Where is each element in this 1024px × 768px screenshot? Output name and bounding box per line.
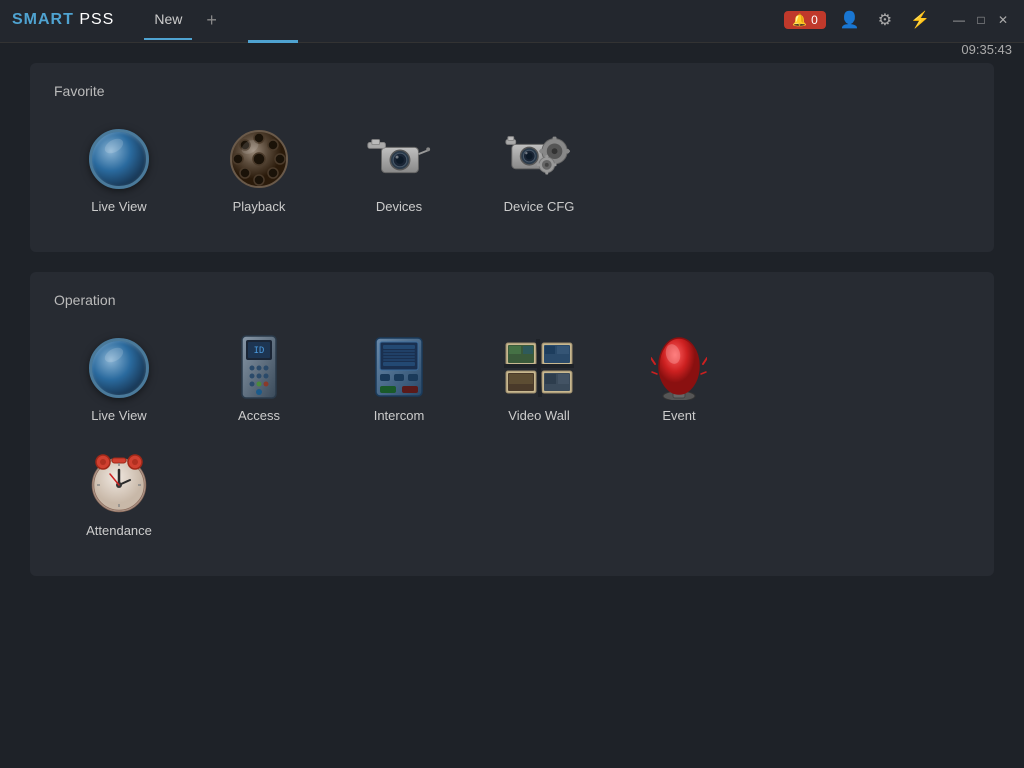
maximize-button[interactable]: □ — [972, 11, 990, 29]
alert-badge[interactable]: 🔔 0 — [784, 11, 826, 29]
access-icon: ID — [224, 338, 294, 398]
bell-icon: 🔔 — [792, 13, 807, 27]
info-icon[interactable]: ⚡ — [906, 8, 934, 32]
event-icon — [644, 338, 714, 398]
devices-label: Devices — [376, 199, 422, 214]
settings-icon[interactable]: ⚙ — [874, 8, 896, 32]
alert-count: 0 — [811, 13, 818, 27]
operation-event[interactable]: Event — [614, 328, 744, 433]
playback-label: Playback — [233, 199, 286, 214]
operation-intercom[interactable]: Intercom — [334, 328, 464, 433]
playback-icon — [224, 129, 294, 189]
clock-display: 09:35:43 — [961, 42, 1012, 57]
svg-text:ID: ID — [254, 346, 265, 356]
close-button[interactable]: ✕ — [994, 11, 1012, 29]
favorite-playback[interactable]: Playback — [194, 119, 324, 224]
favorite-device-cfg[interactable]: Device CFG — [474, 119, 604, 224]
video-wall-label: Video Wall — [508, 408, 569, 423]
favorite-section: Favorite Live View — [30, 63, 994, 252]
device-cfg-label: Device CFG — [504, 199, 575, 214]
operation-live-view[interactable]: Live View — [54, 328, 184, 433]
access-label: Access — [238, 408, 280, 423]
favorite-section-title: Favorite — [54, 83, 970, 99]
operation-section-title: Operation — [54, 292, 970, 308]
operation-grid-row2: Attendance — [54, 443, 970, 548]
operation-section: Operation Live View — [30, 272, 994, 576]
favorite-live-view[interactable]: Live View — [54, 119, 184, 224]
intercom-label: Intercom — [374, 408, 425, 423]
titlebar-right: 🔔 0 👤 ⚙ ⚡ — □ ✕ — [784, 8, 1012, 32]
user-icon[interactable]: 👤 — [836, 8, 864, 32]
app-logo: SMART PSS — [12, 11, 114, 29]
favorite-grid: Live View — [54, 119, 970, 224]
devices-icon — [364, 129, 434, 189]
favorite-devices[interactable]: Devices — [334, 119, 464, 224]
add-tab-button[interactable]: + — [200, 10, 223, 31]
operation-live-view-label: Live View — [91, 408, 146, 423]
attendance-label: Attendance — [86, 523, 152, 538]
operation-attendance[interactable]: Attendance — [54, 443, 184, 548]
app-name-light: PSS — [74, 11, 114, 28]
intercom-icon — [364, 338, 434, 398]
app-name-bold: SMART — [12, 11, 74, 28]
operation-live-view-icon — [84, 338, 154, 398]
live-view-icon — [84, 129, 154, 189]
operation-video-wall[interactable]: Video Wall — [474, 328, 604, 433]
video-wall-icon — [504, 338, 574, 398]
live-view-label: Live View — [91, 199, 146, 214]
operation-grid: Live View — [54, 328, 970, 433]
window-controls: — □ ✕ — [950, 11, 1012, 29]
tab-new[interactable]: New — [144, 0, 192, 40]
minimize-button[interactable]: — — [950, 11, 968, 29]
main-content: Favorite Live View — [0, 43, 1024, 768]
operation-access[interactable]: ID Access — [194, 328, 324, 433]
attendance-icon — [84, 453, 154, 513]
tab-new-label: New — [154, 11, 182, 27]
titlebar: SMART PSS New + 🔔 0 👤 ⚙ ⚡ — □ ✕ — [0, 0, 1024, 40]
device-cfg-icon — [504, 129, 574, 189]
event-label: Event — [662, 408, 695, 423]
